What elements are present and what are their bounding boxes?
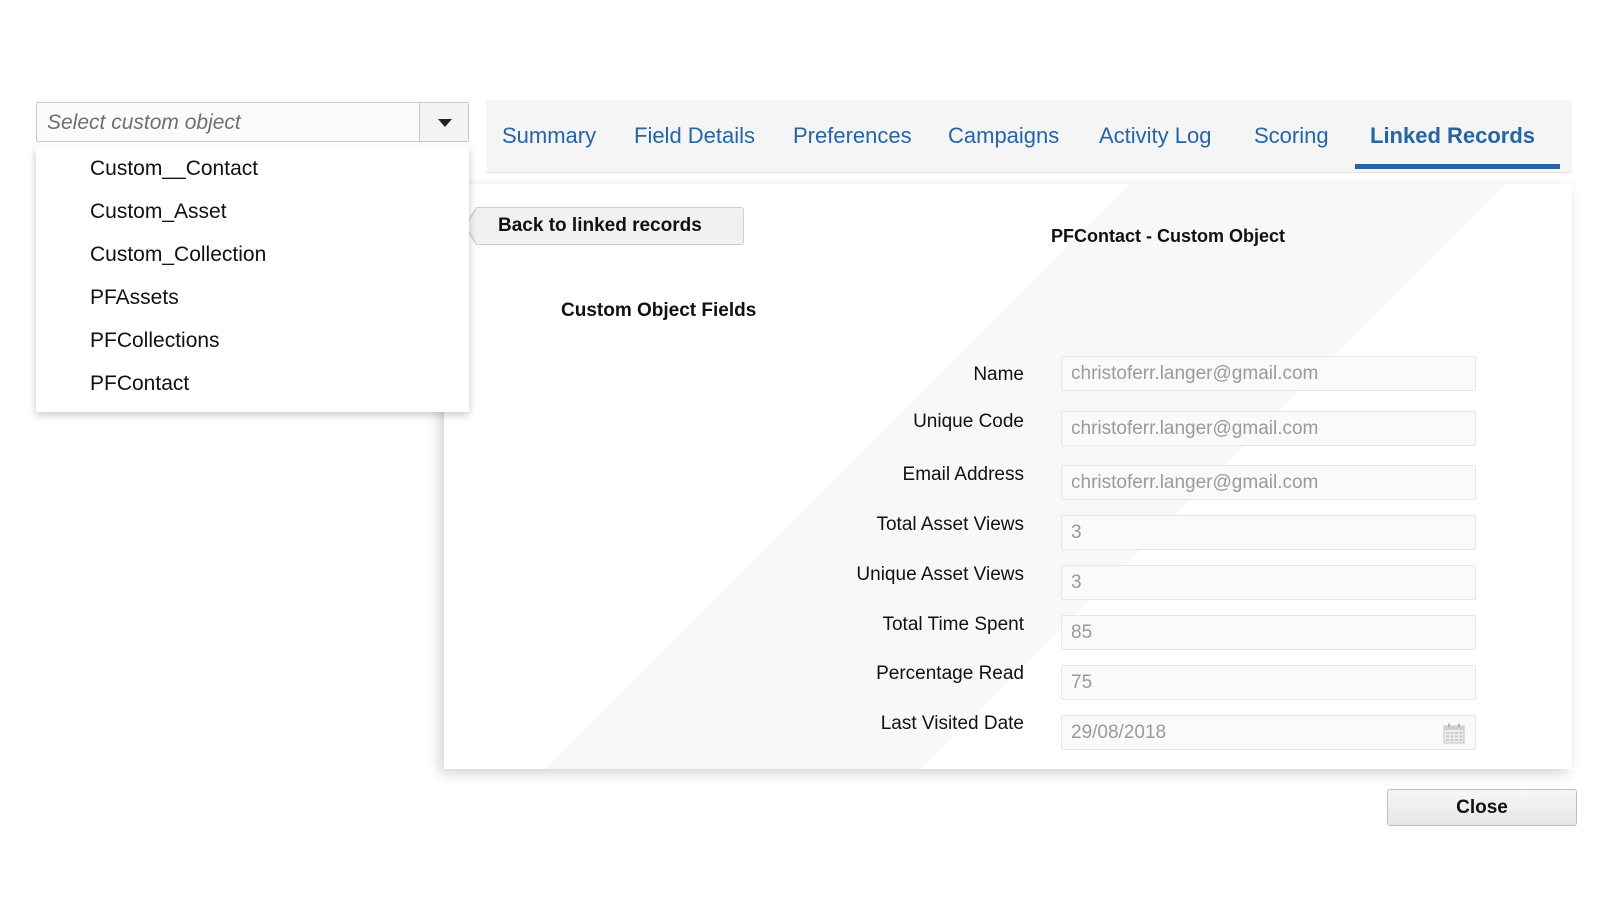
last-visited-date-field[interactable]: 29/08/2018	[1061, 715, 1476, 750]
field-label-email-address: Email Address	[902, 464, 1024, 485]
email-address-field[interactable]: christoferr.langer@gmail.com	[1061, 465, 1476, 500]
custom-object-dropdown-menu: Custom__Contact Custom_Asset Custom_Coll…	[36, 147, 469, 412]
field-label-total-time-spent: Total Time Spent	[882, 614, 1024, 635]
linked-record-panel: Back to linked records PFContact - Custo…	[444, 184, 1572, 769]
tab-bar: Summary Field Details Preferences Campai…	[486, 100, 1572, 173]
tab-summary[interactable]: Summary	[502, 123, 596, 149]
dropdown-option-pfassets[interactable]: PFAssets	[90, 286, 179, 310]
tab-linked-records[interactable]: Linked Records	[1370, 123, 1535, 149]
last-visited-date-value: 29/08/2018	[1071, 722, 1167, 743]
dropdown-option-custom-asset[interactable]: Custom_Asset	[90, 200, 227, 224]
total-asset-views-field[interactable]: 3	[1061, 515, 1476, 550]
dropdown-option-custom-contact[interactable]: Custom__Contact	[90, 157, 258, 181]
dropdown-option-pfcontact[interactable]: PFContact	[90, 372, 189, 396]
tab-campaigns[interactable]: Campaigns	[948, 123, 1059, 149]
close-button[interactable]: Close	[1387, 789, 1577, 826]
tab-scoring[interactable]: Scoring	[1254, 123, 1329, 149]
custom-object-select[interactable]: Select custom object	[36, 102, 469, 142]
field-label-total-asset-views: Total Asset Views	[876, 514, 1024, 535]
field-label-last-visited-date: Last Visited Date	[880, 713, 1024, 734]
tab-activity-log[interactable]: Activity Log	[1099, 123, 1212, 149]
field-label-percentage-read: Percentage Read	[876, 663, 1024, 684]
total-time-spent-field[interactable]: 85	[1061, 615, 1476, 650]
back-to-linked-records-button[interactable]: Back to linked records	[464, 207, 744, 245]
unique-code-field[interactable]: christoferr.langer@gmail.com	[1061, 411, 1476, 446]
name-field[interactable]: christoferr.langer@gmail.com	[1061, 356, 1476, 391]
select-placeholder: Select custom object	[47, 111, 241, 134]
tab-preferences[interactable]: Preferences	[793, 123, 912, 149]
unique-asset-views-field[interactable]: 3	[1061, 565, 1476, 600]
field-label-unique-code: Unique Code	[913, 411, 1024, 432]
field-label-name: Name	[973, 364, 1024, 385]
calendar-icon[interactable]	[1443, 723, 1465, 744]
panel-title: PFContact - Custom Object	[1051, 226, 1286, 246]
dropdown-option-pfcollections[interactable]: PFCollections	[90, 329, 220, 353]
tab-field-details[interactable]: Field Details	[634, 123, 755, 149]
field-label-unique-asset-views: Unique Asset Views	[856, 564, 1024, 585]
section-title: Custom Object Fields	[561, 300, 757, 321]
dropdown-option-custom-collection[interactable]: Custom_Collection	[90, 243, 266, 267]
chevron-down-icon[interactable]	[419, 103, 468, 141]
active-tab-indicator	[1355, 164, 1560, 169]
percentage-read-field[interactable]: 75	[1061, 665, 1476, 700]
